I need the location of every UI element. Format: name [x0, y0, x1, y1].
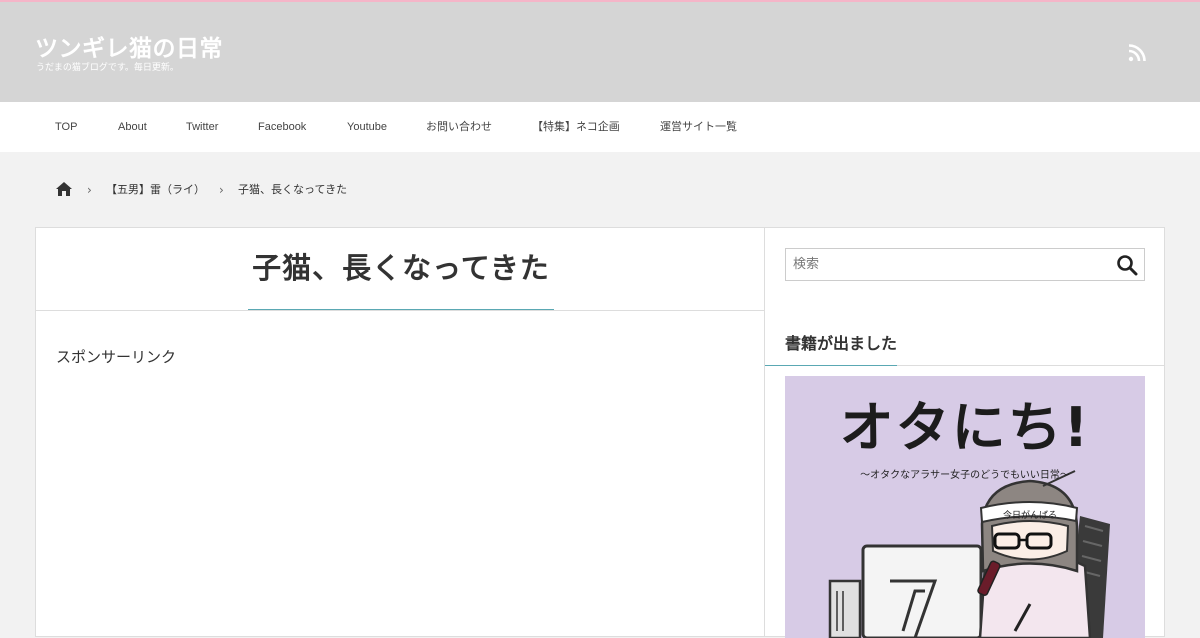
- chevron-right-icon: ›: [219, 183, 224, 197]
- nav-item-twitter[interactable]: Twitter: [186, 102, 218, 152]
- widget-title: 書籍が出ました: [765, 332, 898, 366]
- page-title: 子猫、長くなってきた: [248, 248, 554, 310]
- nav-item-top[interactable]: TOP: [55, 102, 77, 152]
- main-nav: TOP About Twitter Facebook Youtube お問い合わ…: [0, 102, 1200, 152]
- search-icon[interactable]: [1116, 254, 1138, 276]
- book-cover-image[interactable]: 今日がんばる オタにち! 〜オタクなアラサー女子のどうでもいい日常〜: [785, 376, 1145, 638]
- home-icon[interactable]: [56, 182, 72, 196]
- chevron-right-icon: ›: [87, 183, 92, 197]
- search-box: [785, 248, 1145, 281]
- nav-item-contact[interactable]: お問い合わせ: [426, 102, 492, 152]
- site-title[interactable]: ツンギレ猫の日常: [35, 29, 223, 63]
- sidebar: 書籍が出ました 今日がんばる: [765, 227, 1165, 638]
- nav-item-about[interactable]: About: [118, 102, 147, 152]
- sponsor-label: スポンサーリンク: [56, 348, 177, 366]
- headband-text: 今日がんばる: [1003, 509, 1057, 521]
- nav-item-feature-cat[interactable]: 【特集】ネコ企画: [532, 102, 620, 152]
- nav-item-facebook[interactable]: Facebook: [258, 102, 306, 152]
- article-header: 子猫、長くなってきた: [36, 228, 764, 311]
- search-input[interactable]: [786, 249, 1106, 280]
- rss-icon[interactable]: [1128, 44, 1146, 62]
- breadcrumb-category[interactable]: 【五男】雷（ライ）: [106, 180, 205, 200]
- book-subtitle: 〜オタクなアラサー女子のどうでもいい日常〜: [860, 470, 1070, 481]
- site-description: うだまの猫ブログです。毎日更新。: [36, 63, 179, 73]
- breadcrumb-current: 子猫、長くなってきた: [238, 183, 348, 196]
- nav-item-youtube[interactable]: Youtube: [347, 102, 387, 152]
- article-main: 子猫、長くなってきた スポンサーリンク: [35, 227, 765, 637]
- nav-item-sites[interactable]: 運営サイト一覧: [660, 102, 737, 152]
- site-header: ツンギレ猫の日常 うだまの猫ブログです。毎日更新。: [0, 2, 1200, 102]
- book-title: オタにち!: [839, 396, 1091, 459]
